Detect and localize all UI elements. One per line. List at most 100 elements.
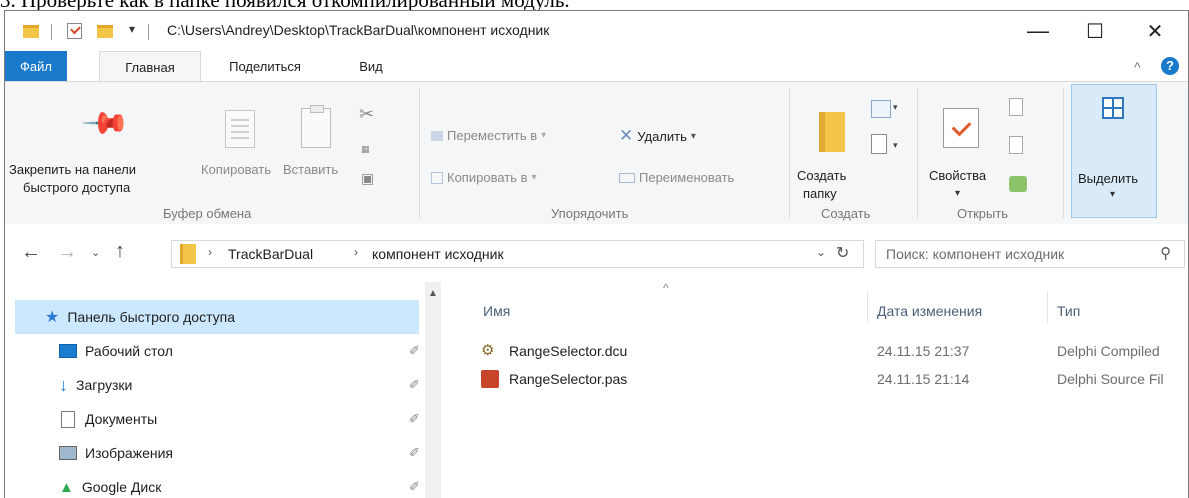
copy-to-icon	[431, 171, 443, 184]
nav-item-desktop[interactable]: Рабочий стол ✐	[15, 334, 420, 368]
forward-arrow-icon[interactable]: →	[57, 241, 77, 264]
document-caption: 3. Проверьте как в папке появился откомп…	[0, 0, 570, 12]
copy-label: Копировать	[201, 162, 271, 177]
copy-path-icon[interactable]: ▦	[361, 144, 370, 155]
delete-button[interactable]: ✕ Удалить ▾	[619, 126, 696, 146]
nav-item-pictures[interactable]: Изображения ✐	[15, 436, 420, 470]
chevron-down-icon: ▾	[893, 102, 898, 112]
qat-dropdown-icon[interactable]: ▾	[129, 22, 135, 36]
pin-icon[interactable]: ✐	[409, 343, 420, 359]
sort-up-icon: ^	[663, 281, 669, 295]
nav-item-label: Google Диск	[81, 479, 162, 495]
rename-icon	[619, 172, 635, 183]
column-header-date[interactable]: Дата изменения	[877, 303, 982, 319]
new-folder-icon[interactable]	[97, 25, 113, 38]
properties-button[interactable]: Свойства ▾	[925, 84, 995, 202]
breadcrumb-trackbardual[interactable]: TrackBarDual	[228, 246, 313, 262]
breadcrumb-separator-icon[interactable]: ›	[354, 245, 358, 259]
search-field[interactable]: Поиск: компонент исходник ⚲	[875, 240, 1185, 268]
check-icon	[951, 116, 972, 137]
explorer-window: ▾ C:\Users\Andrey\Desktop\TrackBarDual\к…	[4, 10, 1189, 498]
file-type: Delphi Source Fil	[1057, 371, 1164, 387]
divider	[917, 88, 918, 218]
copy-button[interactable]: Копировать	[199, 84, 279, 202]
divider	[419, 88, 420, 218]
rename-button[interactable]: Переименовать	[619, 170, 734, 185]
maximize-button[interactable]: ☐	[1072, 11, 1118, 51]
pin-icon[interactable]: ✐	[409, 445, 420, 461]
group-create-title: Создать	[821, 206, 871, 221]
pin-label-line1: Закрепить на панели	[9, 162, 136, 177]
collapse-ribbon-icon[interactable]: ^	[1134, 59, 1141, 75]
tab-home[interactable]: Главная	[99, 51, 201, 83]
tab-file[interactable]: Файл	[5, 51, 67, 81]
help-icon[interactable]: ?	[1161, 57, 1179, 75]
divider[interactable]	[1047, 291, 1048, 323]
scroll-up-icon[interactable]: ▲	[428, 288, 438, 299]
divider[interactable]	[867, 291, 868, 323]
new-item-icon[interactable]	[871, 100, 891, 118]
desktop-icon	[59, 344, 77, 358]
file-name: RangeSelector.pas	[509, 371, 628, 387]
select-button[interactable]: Выделить ▾	[1071, 84, 1157, 218]
nav-item-documents[interactable]: Документы ✐	[15, 402, 420, 436]
chevron-down-icon: ▾	[531, 172, 537, 183]
rename-label: Переименовать	[639, 170, 735, 185]
pin-icon[interactable]: ✐	[409, 411, 420, 427]
file-row[interactable]: RangeSelector.pas 24.11.15 21:14 Delphi …	[481, 367, 1188, 393]
google-drive-icon: ▲	[59, 478, 74, 496]
nav-item-label: Панель быстрого доступа	[67, 309, 236, 325]
dcu-file-icon: ⚙	[481, 342, 495, 359]
nav-item-label: Изображения	[85, 445, 173, 461]
select-label: Выделить	[1078, 171, 1138, 186]
history-icon[interactable]	[1009, 176, 1027, 192]
column-header-name[interactable]: Имя	[483, 303, 510, 319]
copy-to-button[interactable]: Копировать в ▾	[431, 170, 537, 185]
recent-chevron-icon[interactable]: ⌄	[91, 246, 100, 259]
minimize-button[interactable]: —	[1015, 11, 1061, 51]
cut-icon[interactable]: ✂	[359, 104, 374, 125]
breadcrumb-separator-icon[interactable]: ›	[208, 245, 212, 259]
back-arrow-icon[interactable]: ←	[21, 241, 41, 264]
paste-icon	[301, 105, 331, 148]
column-header-type[interactable]: Тип	[1057, 303, 1080, 319]
address-field[interactable]: › TrackBarDual › компонент исходник ⌄ ↻	[171, 240, 864, 268]
tab-view[interactable]: Вид	[348, 51, 394, 81]
delete-x-icon: ✕	[619, 126, 634, 145]
file-row[interactable]: ⚙ RangeSelector.dcu 24.11.15 21:37 Delph…	[481, 339, 1188, 365]
pin-icon[interactable]: ✐	[409, 479, 420, 495]
new-folder-button[interactable]: Создать папку	[795, 84, 859, 202]
copy-icon	[225, 110, 255, 148]
pin-icon[interactable]: ✐	[409, 377, 420, 393]
pas-file-icon	[481, 370, 499, 388]
window-title: C:\Users\Andrey\Desktop\TrackBarDual\ком…	[167, 22, 550, 38]
nav-item-google-drive[interactable]: ▲ Google Диск ✐	[15, 470, 420, 498]
refresh-icon[interactable]: ↻	[836, 243, 849, 263]
search-icon[interactable]: ⚲	[1160, 244, 1171, 262]
edit-icon[interactable]	[1009, 136, 1023, 154]
copy-to-label: Копировать в	[447, 170, 528, 185]
navigation-bar: ← → ⌄ ↑ › TrackBarDual › компонент исход…	[5, 224, 1188, 282]
pin-quick-access-button[interactable]: 📌 Закрепить на панели быстрого доступа	[5, 84, 195, 202]
folder-icon	[180, 244, 196, 264]
breadcrumb-component-source[interactable]: компонент исходник	[372, 246, 504, 262]
move-to-icon	[431, 130, 443, 141]
divider	[789, 88, 790, 218]
easy-access-icon[interactable]	[871, 134, 887, 154]
new-folder-label-line2: папку	[803, 186, 837, 201]
paste-button[interactable]: Вставить	[281, 84, 355, 202]
properties-icon[interactable]	[67, 23, 82, 39]
nav-item-quick-access[interactable]: ★ Панель быстрого доступа	[15, 300, 419, 334]
close-button[interactable]: ✕	[1132, 11, 1178, 51]
chevron-down-icon: ▾	[541, 130, 547, 141]
up-arrow-icon[interactable]: ↑	[115, 240, 125, 263]
paste-shortcut-icon[interactable]: ▣	[361, 170, 374, 187]
open-icon[interactable]	[1009, 98, 1023, 116]
nav-scrollbar[interactable]: ▲	[425, 282, 441, 498]
file-type: Delphi Compiled	[1057, 343, 1160, 359]
move-to-button[interactable]: Переместить в ▾	[431, 128, 546, 143]
address-history-chevron-icon[interactable]: ⌄	[816, 245, 826, 259]
tab-share[interactable]: Поделиться	[210, 51, 320, 81]
nav-item-downloads[interactable]: ↓ Загрузки ✐	[15, 368, 420, 402]
delete-label: Удалить	[637, 128, 687, 144]
